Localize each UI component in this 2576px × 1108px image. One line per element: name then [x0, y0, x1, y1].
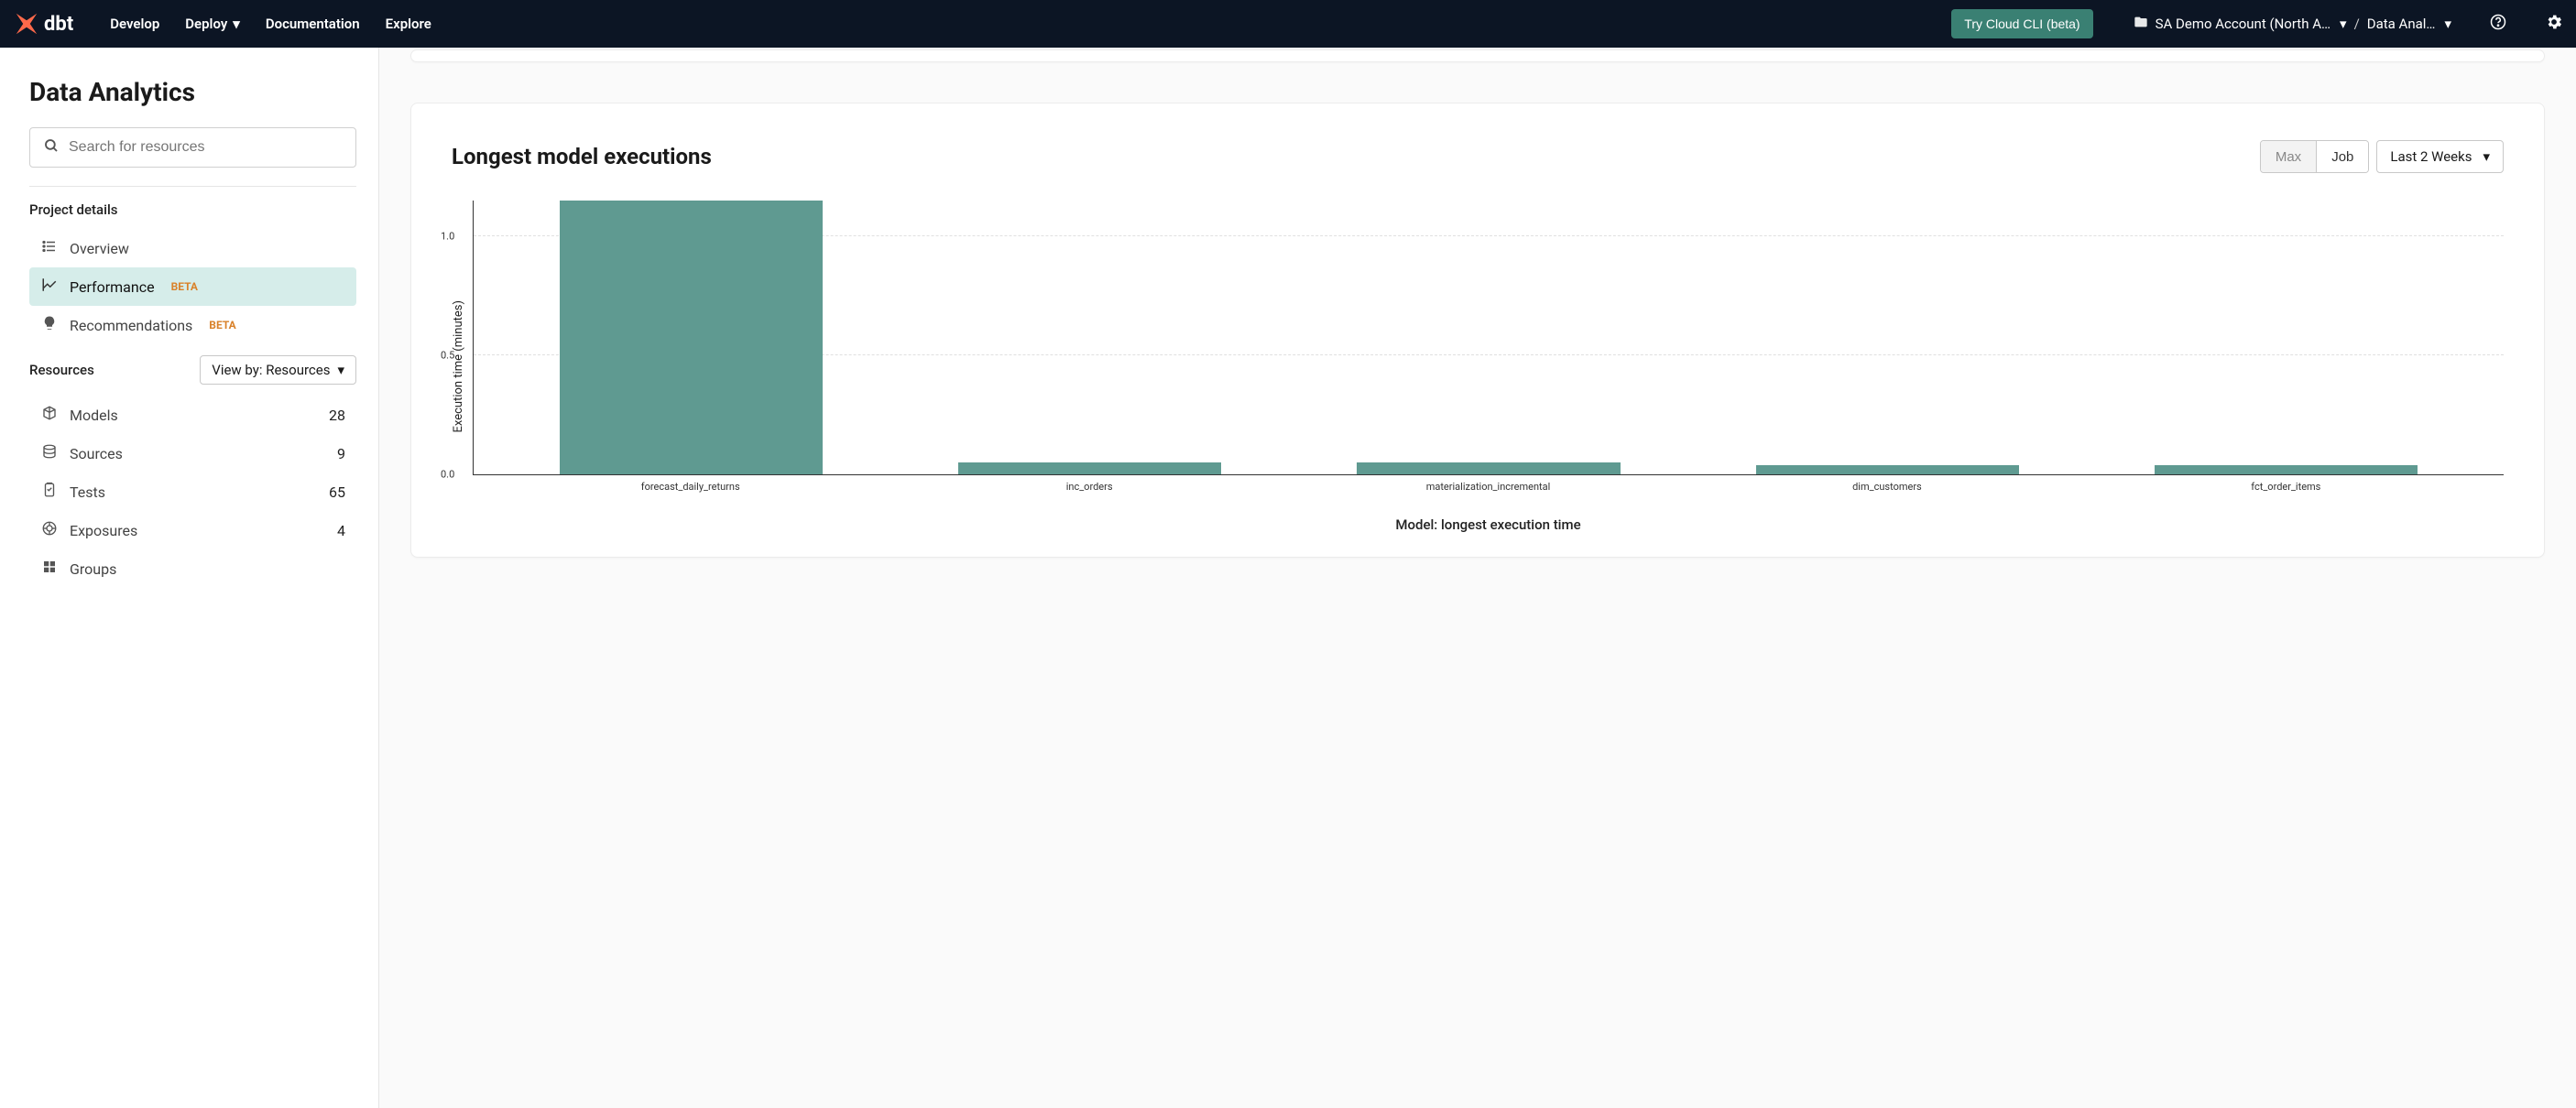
gear-icon[interactable] — [2545, 13, 2563, 36]
resource-item-tests[interactable]: Tests 65 — [29, 473, 356, 511]
view-by-select[interactable]: View by: Resources ▾ — [200, 355, 356, 385]
toggle-max-button[interactable]: Max — [2261, 141, 2316, 172]
search-field[interactable] — [69, 139, 343, 156]
metric-toggle: Max Job — [2260, 140, 2370, 173]
help-icon[interactable] — [2490, 13, 2506, 35]
resource-count: 65 — [329, 483, 345, 501]
resource-item-exposures[interactable]: Exposures 4 — [29, 511, 356, 549]
section-resources: Resources — [29, 362, 94, 378]
main-content: Longest model executions Max Job Last 2 … — [379, 48, 2576, 1108]
time-range-label: Last 2 Weeks — [2390, 148, 2472, 165]
chevron-down-icon: ▾ — [337, 362, 344, 378]
x-ticks: forecast_daily_returnsinc_ordersmaterial… — [473, 475, 2504, 493]
resource-count: 28 — [329, 407, 345, 424]
view-by-label: View by: Resources — [212, 362, 330, 378]
resource-item-models[interactable]: Models 28 — [29, 396, 356, 434]
search-icon — [43, 137, 60, 158]
resource-label: Tests — [70, 483, 105, 501]
beta-badge: BETA — [209, 319, 235, 331]
card-controls: Max Job Last 2 Weeks ▾ — [2260, 140, 2504, 173]
list-icon — [40, 238, 59, 258]
resource-item-sources[interactable]: Sources 9 — [29, 434, 356, 473]
bar[interactable] — [958, 462, 1221, 474]
brand-name: dbt — [44, 13, 73, 36]
chevron-down-icon[interactable]: ▾ — [2444, 16, 2451, 32]
sidebar-item-label: Recommendations — [70, 317, 192, 334]
x-tick: dim_customers — [1687, 481, 2086, 493]
chevron-down-icon: ▾ — [2483, 148, 2490, 165]
nav-links: Develop Deploy▾ Documentation Explore — [110, 16, 431, 32]
nav-deploy[interactable]: Deploy▾ — [185, 16, 240, 32]
database-icon — [40, 443, 59, 463]
breadcrumb-account[interactable]: SA Demo Account (North A… — [2156, 16, 2330, 32]
crosshair-icon — [40, 520, 59, 540]
plot-area: 0.00.51.0 — [473, 201, 2504, 475]
chevron-down-icon[interactable]: ▾ — [2340, 16, 2347, 32]
bar-inc_orders — [890, 201, 1289, 474]
bar-dim_customers — [1688, 201, 2087, 474]
bar[interactable] — [2155, 465, 2418, 474]
nav-develop[interactable]: Develop — [110, 16, 159, 32]
bar[interactable] — [1756, 465, 2019, 474]
sidebar-item-performance[interactable]: Performance BETA — [29, 267, 356, 306]
sidebar-item-recommendations[interactable]: Recommendations BETA — [29, 306, 356, 344]
chart-line-icon — [40, 277, 59, 297]
resource-count: 4 — [337, 522, 345, 539]
chart: Execution time (minutes) 0.00.51.0 forec… — [452, 201, 2504, 533]
search-input[interactable] — [29, 127, 356, 168]
grid-icon — [40, 559, 59, 579]
preceding-card-edge — [410, 49, 2545, 62]
resource-label: Exposures — [70, 522, 137, 539]
card-title: Longest model executions — [452, 144, 712, 169]
longest-executions-card: Longest model executions Max Job Last 2 … — [410, 103, 2545, 558]
dbt-logo-icon — [13, 10, 40, 38]
x-tick: materialization_incremental — [1289, 481, 1687, 493]
x-tick: inc_orders — [890, 481, 1288, 493]
x-axis-label: Model: longest execution time — [473, 516, 2504, 533]
section-project-details: Project details — [29, 201, 356, 218]
resource-list: Models 28 Sources 9 Tests 65 Exposures 4… — [29, 396, 356, 588]
bar[interactable] — [560, 201, 823, 474]
y-tick: 1.0 — [441, 231, 454, 243]
folder-icon — [2134, 15, 2148, 33]
resource-count: 9 — [337, 445, 345, 462]
brand-logo[interactable]: dbt — [13, 10, 73, 38]
sidebar-item-label: Performance — [70, 278, 155, 296]
bar-forecast_daily_returns — [492, 201, 890, 474]
nav-explore[interactable]: Explore — [386, 16, 431, 32]
sidebar-item-overview[interactable]: Overview — [29, 229, 356, 267]
try-cloud-cli-button[interactable]: Try Cloud CLI (beta) — [1951, 9, 2092, 38]
chevron-down-icon: ▾ — [233, 16, 240, 32]
nav-documentation[interactable]: Documentation — [266, 16, 360, 32]
breadcrumb-separator: / — [2354, 16, 2360, 32]
resource-label: Groups — [70, 560, 116, 578]
bar-materialization_incremental — [1289, 201, 1687, 474]
beta-badge: BETA — [171, 280, 198, 293]
lightbulb-icon — [40, 315, 59, 335]
y-tick: 0.5 — [441, 350, 454, 362]
x-tick: forecast_daily_returns — [491, 481, 890, 493]
time-range-select[interactable]: Last 2 Weeks ▾ — [2376, 140, 2504, 173]
clipboard-check-icon — [40, 482, 59, 502]
breadcrumb: SA Demo Account (North A… ▾ / Data Anal…… — [2134, 15, 2451, 33]
cube-icon — [40, 405, 59, 425]
sidebar: Data Analytics Project details Overview … — [0, 48, 379, 1108]
divider — [29, 186, 356, 187]
sidebar-item-label: Overview — [70, 240, 129, 257]
resource-item-groups[interactable]: Groups — [29, 549, 356, 588]
bar[interactable] — [1357, 462, 1620, 474]
page-title: Data Analytics — [29, 77, 356, 107]
breadcrumb-project[interactable]: Data Anal… — [2367, 16, 2436, 32]
x-tick: fct_order_items — [2087, 481, 2485, 493]
resource-label: Models — [70, 407, 118, 424]
top-nav: dbt Develop Deploy▾ Documentation Explor… — [0, 0, 2576, 48]
resource-label: Sources — [70, 445, 123, 462]
bar-fct_order_items — [2087, 201, 2485, 474]
y-tick: 0.0 — [441, 469, 454, 481]
toggle-job-button[interactable]: Job — [2316, 141, 2368, 172]
y-axis-label: Execution time (minutes) — [452, 300, 465, 432]
